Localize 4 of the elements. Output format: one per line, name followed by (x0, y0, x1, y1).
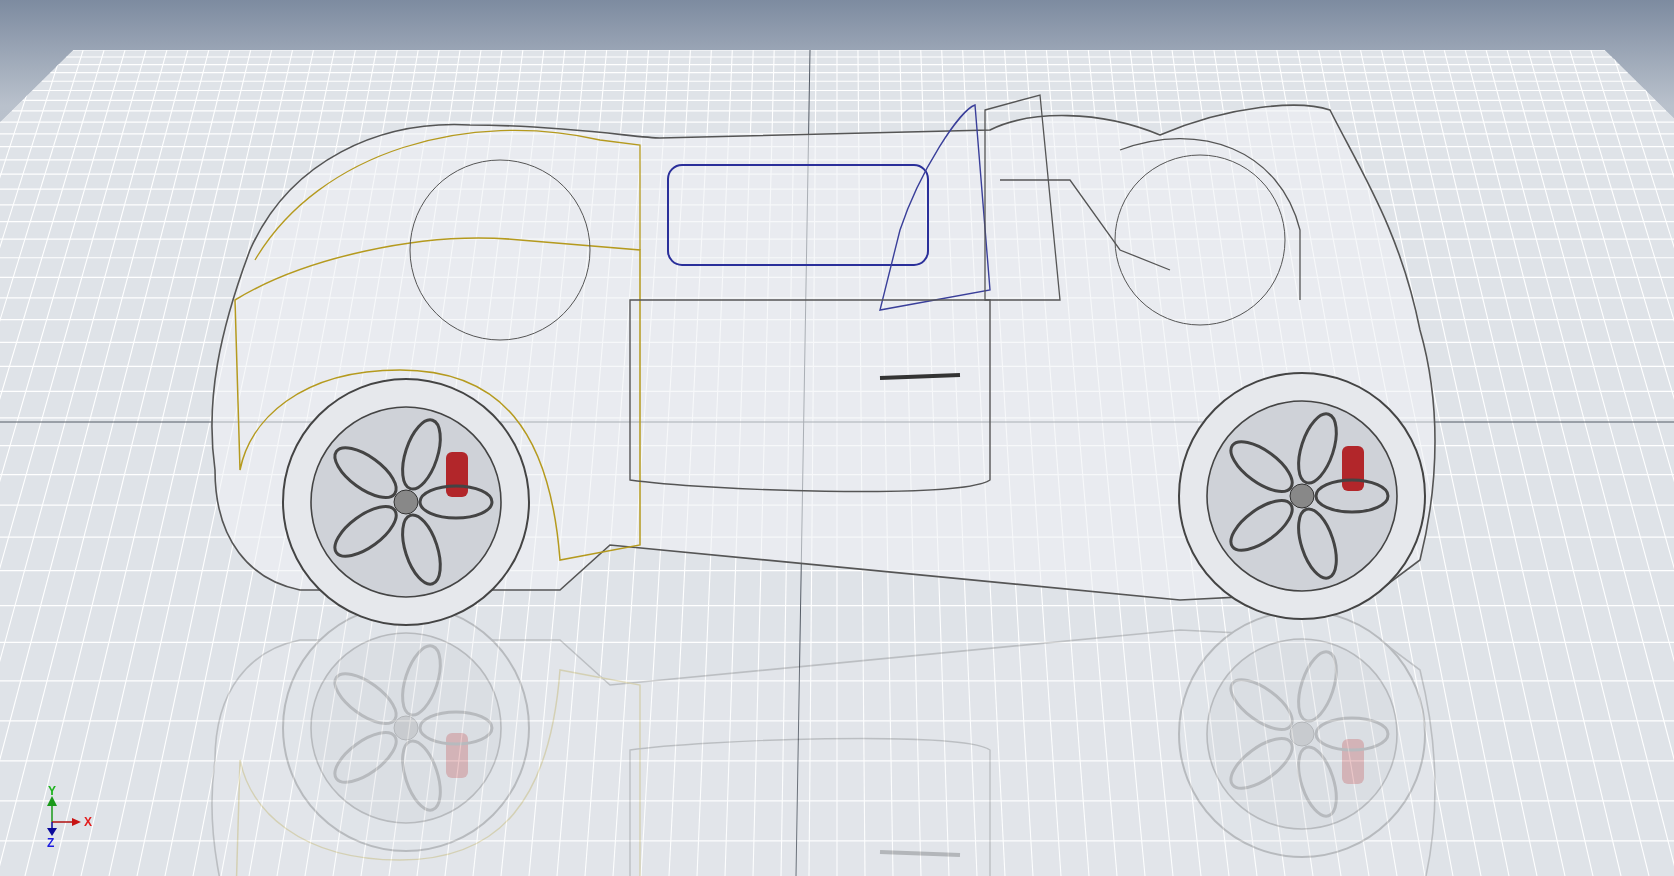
axis-triad-icon (47, 796, 81, 836)
axis-label: Z (47, 836, 55, 850)
axis-label: X (84, 815, 92, 829)
axis-label: Y (48, 784, 56, 798)
